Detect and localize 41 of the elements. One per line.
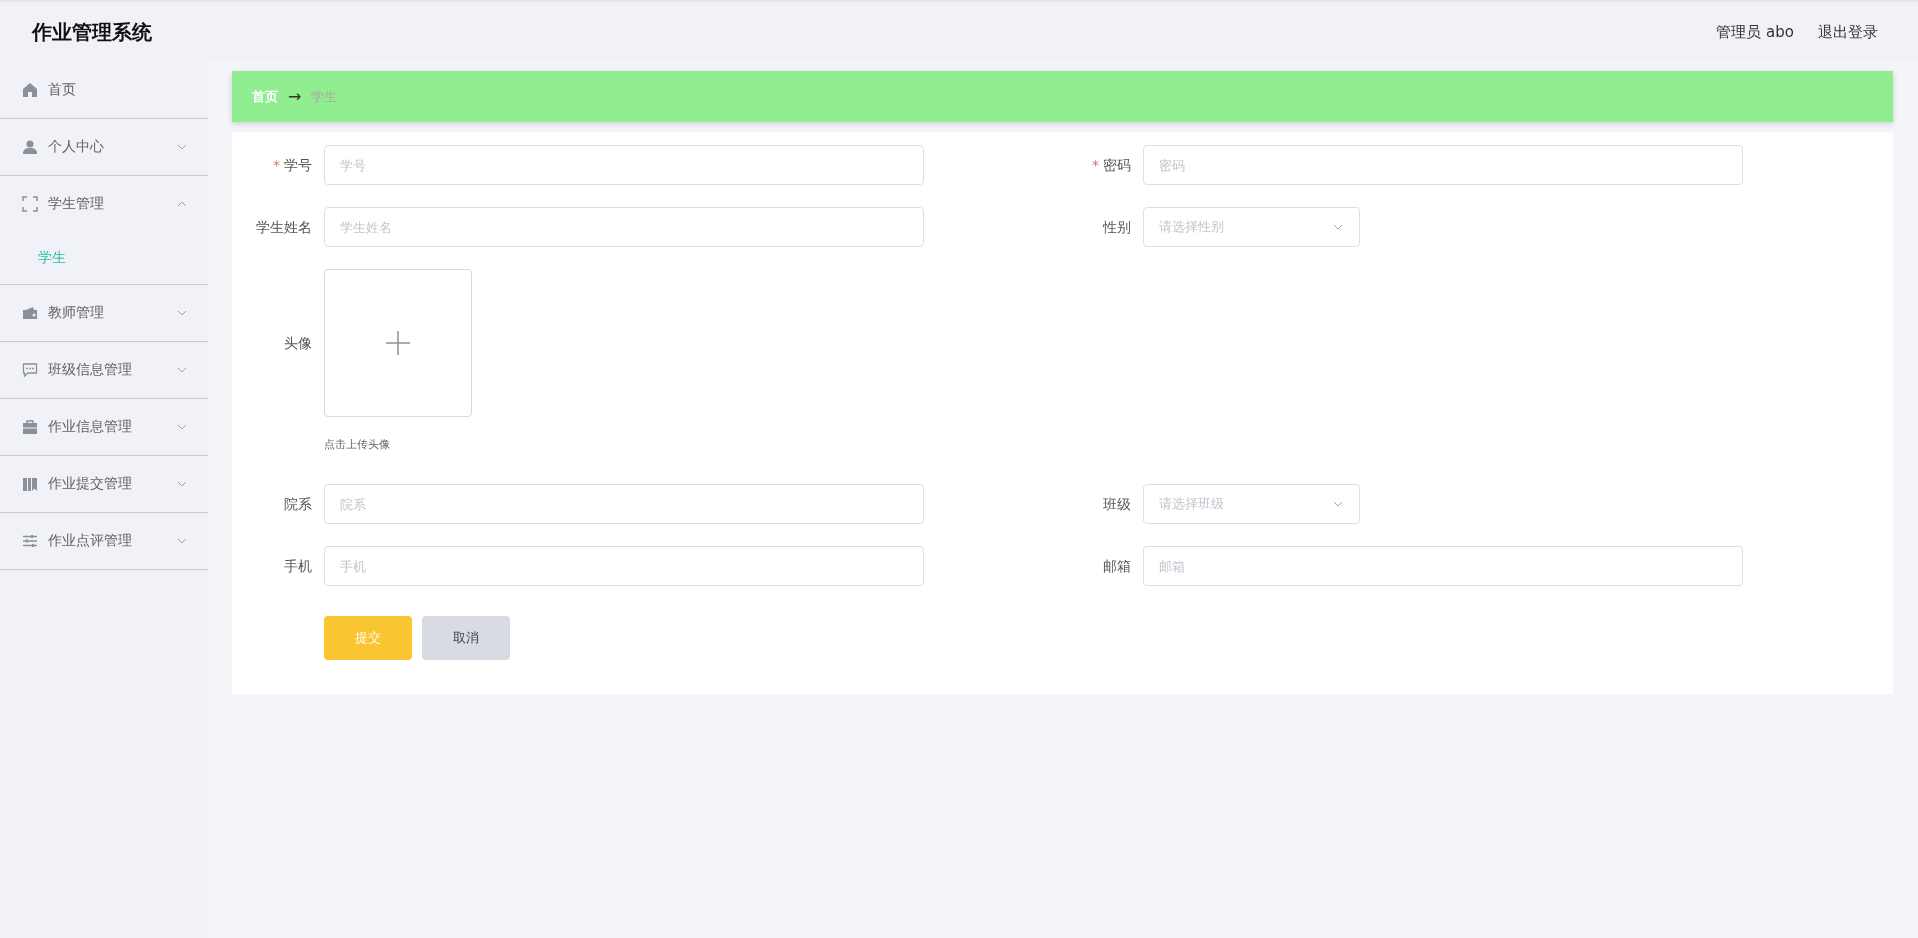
menu-item[interactable]: 教师管理 <box>0 285 208 341</box>
field-label: 性别 <box>1101 218 1132 237</box>
text-input[interactable]: 学号 <box>324 145 924 185</box>
field-label: * 学号 <box>272 156 313 175</box>
field-label: 手机 <box>283 557 313 576</box>
breadcrumb-item: 学生 <box>311 87 338 106</box>
field-label: 邮箱 <box>1102 557 1132 576</box>
logout-link[interactable]: 退出登录 <box>1818 22 1878 42</box>
briefcase-icon <box>22 419 38 435</box>
scan-icon <box>22 196 38 212</box>
cancel-button[interactable]: 取消 <box>422 616 510 660</box>
field-label: 院系 <box>283 495 313 514</box>
text-input[interactable]: 院系 <box>324 484 924 524</box>
menu-item[interactable]: 作业提交管理 <box>0 456 208 512</box>
books-icon <box>22 476 38 492</box>
text-input[interactable]: 密码 <box>1143 145 1743 185</box>
user-icon <box>22 139 38 155</box>
app-title: 作业管理系统 <box>32 18 152 46</box>
chat-icon <box>22 362 38 378</box>
menu-item[interactable]: 个人中心 <box>0 119 208 175</box>
field-label: 学生姓名 <box>255 218 313 237</box>
field-label: 头像 <box>283 334 313 353</box>
breadcrumb-separator: → <box>288 87 302 106</box>
home-icon <box>22 82 38 98</box>
upload-box[interactable] <box>324 269 472 417</box>
menu-item[interactable]: 作业点评管理 <box>0 513 208 569</box>
menu-item[interactable]: 首页 <box>0 62 208 118</box>
wallet-icon <box>22 305 38 321</box>
upload-hint: 点击上传头像 <box>324 437 391 452</box>
required-mark: * <box>273 157 280 173</box>
required-mark: * <box>1092 157 1099 173</box>
menu-item[interactable]: 作业信息管理 <box>0 399 208 455</box>
menu-item[interactable]: 学生管理 <box>0 176 208 232</box>
text-input[interactable]: 学生姓名 <box>324 207 924 247</box>
user-name: 管理员 abo <box>1716 22 1794 42</box>
sliders-icon <box>22 533 38 549</box>
text-input[interactable]: 邮箱 <box>1143 546 1743 586</box>
field-label: 班级 <box>1102 495 1132 514</box>
text-input[interactable]: 手机 <box>324 546 924 586</box>
field-label: * 密码 <box>1091 156 1132 175</box>
menu-item[interactable]: 班级信息管理 <box>0 342 208 398</box>
